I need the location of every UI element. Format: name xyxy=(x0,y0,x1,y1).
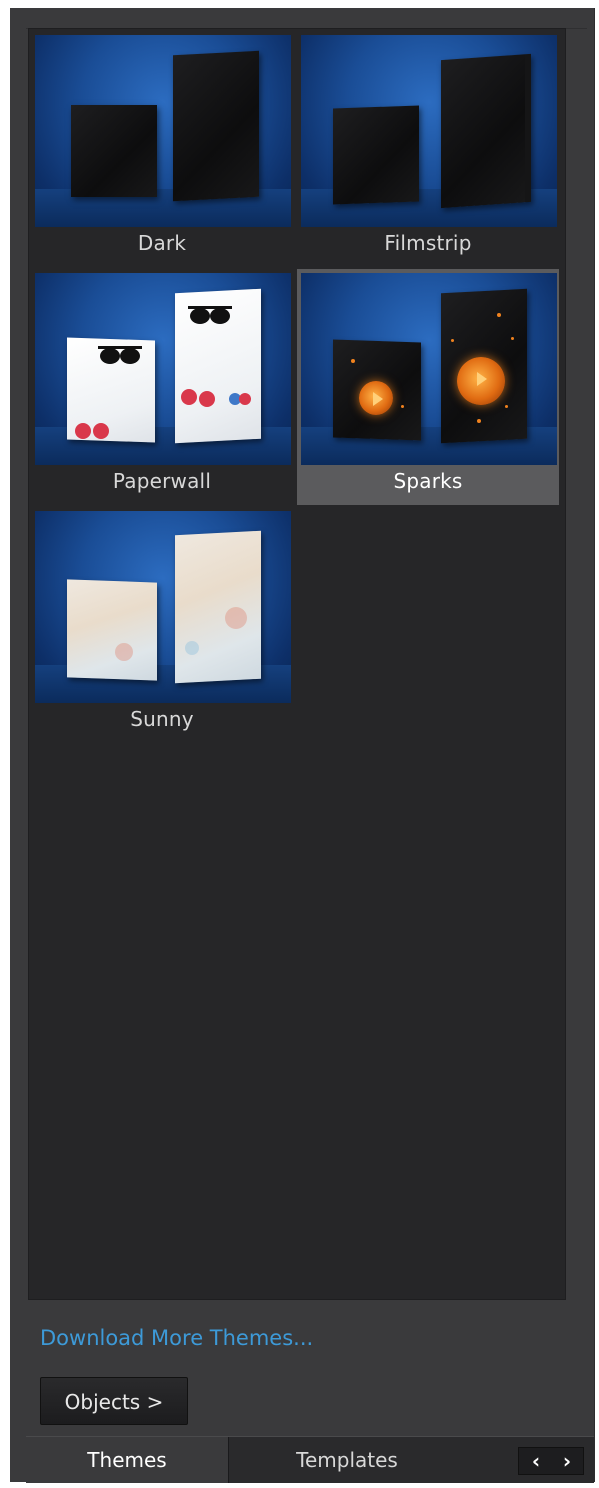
bokeh-dot xyxy=(115,643,133,661)
spark-dot xyxy=(511,337,514,340)
spark-dot xyxy=(497,313,501,317)
spark-dot xyxy=(505,405,508,408)
theme-label: Filmstrip xyxy=(384,231,472,255)
cherry-icon xyxy=(181,389,197,405)
bottom-tab-bar: Themes Templates ‹ › xyxy=(26,1436,594,1483)
theme-gallery[interactable]: Dark Filmstrip Paperwall Sparks Sunny xyxy=(28,28,566,1300)
bokeh-dot xyxy=(225,607,247,629)
bokeh-dot xyxy=(185,641,199,655)
theme-thumbnail-sparks xyxy=(301,273,557,465)
pumpkin-icon xyxy=(457,357,505,405)
theme-label: Sparks xyxy=(393,469,463,493)
tab-themes[interactable]: Themes xyxy=(26,1437,228,1483)
sunglasses-icon xyxy=(188,306,232,324)
album-card xyxy=(67,579,157,681)
spark-dot xyxy=(401,405,404,408)
cherry-icon xyxy=(75,423,91,439)
theme-tile-dark[interactable]: Dark xyxy=(31,31,293,267)
spark-dot xyxy=(451,339,454,342)
album-card xyxy=(173,50,259,202)
tab-scroll-arrows: ‹ › xyxy=(518,1447,584,1475)
album-card xyxy=(71,105,157,197)
theme-tile-filmstrip[interactable]: Filmstrip xyxy=(297,31,559,267)
cherry-icon xyxy=(93,423,109,439)
sunglasses-icon xyxy=(98,346,142,364)
spark-dot xyxy=(351,359,355,363)
theme-label: Paperwall xyxy=(112,469,212,493)
cherry-icon xyxy=(199,391,215,407)
album-card xyxy=(175,530,261,684)
theme-tile-paperwall[interactable]: Paperwall xyxy=(31,269,293,505)
tab-templates[interactable]: Templates xyxy=(229,1437,465,1483)
objects-button[interactable]: Objects > xyxy=(40,1377,188,1425)
chevron-left-icon[interactable]: ‹ xyxy=(521,1448,551,1474)
spark-dot xyxy=(477,419,481,423)
theme-tile-sparks[interactable]: Sparks xyxy=(297,269,559,505)
download-more-themes-link[interactable]: Download More Themes... xyxy=(40,1326,313,1350)
ice-cream-icon xyxy=(239,393,251,405)
theme-tile-sunny[interactable]: Sunny xyxy=(31,507,293,743)
theme-label: Dark xyxy=(137,231,187,255)
theme-thumbnail-sunny xyxy=(35,511,291,703)
theme-thumbnail-filmstrip xyxy=(301,35,557,227)
theme-thumbnail-paperwall xyxy=(35,273,291,465)
theme-label: Sunny xyxy=(130,707,194,731)
theme-thumbnail-dark xyxy=(35,35,291,227)
album-card xyxy=(333,105,419,205)
pumpkin-icon xyxy=(359,381,393,415)
chevron-right-icon[interactable]: › xyxy=(552,1448,582,1474)
album-card xyxy=(441,53,531,209)
